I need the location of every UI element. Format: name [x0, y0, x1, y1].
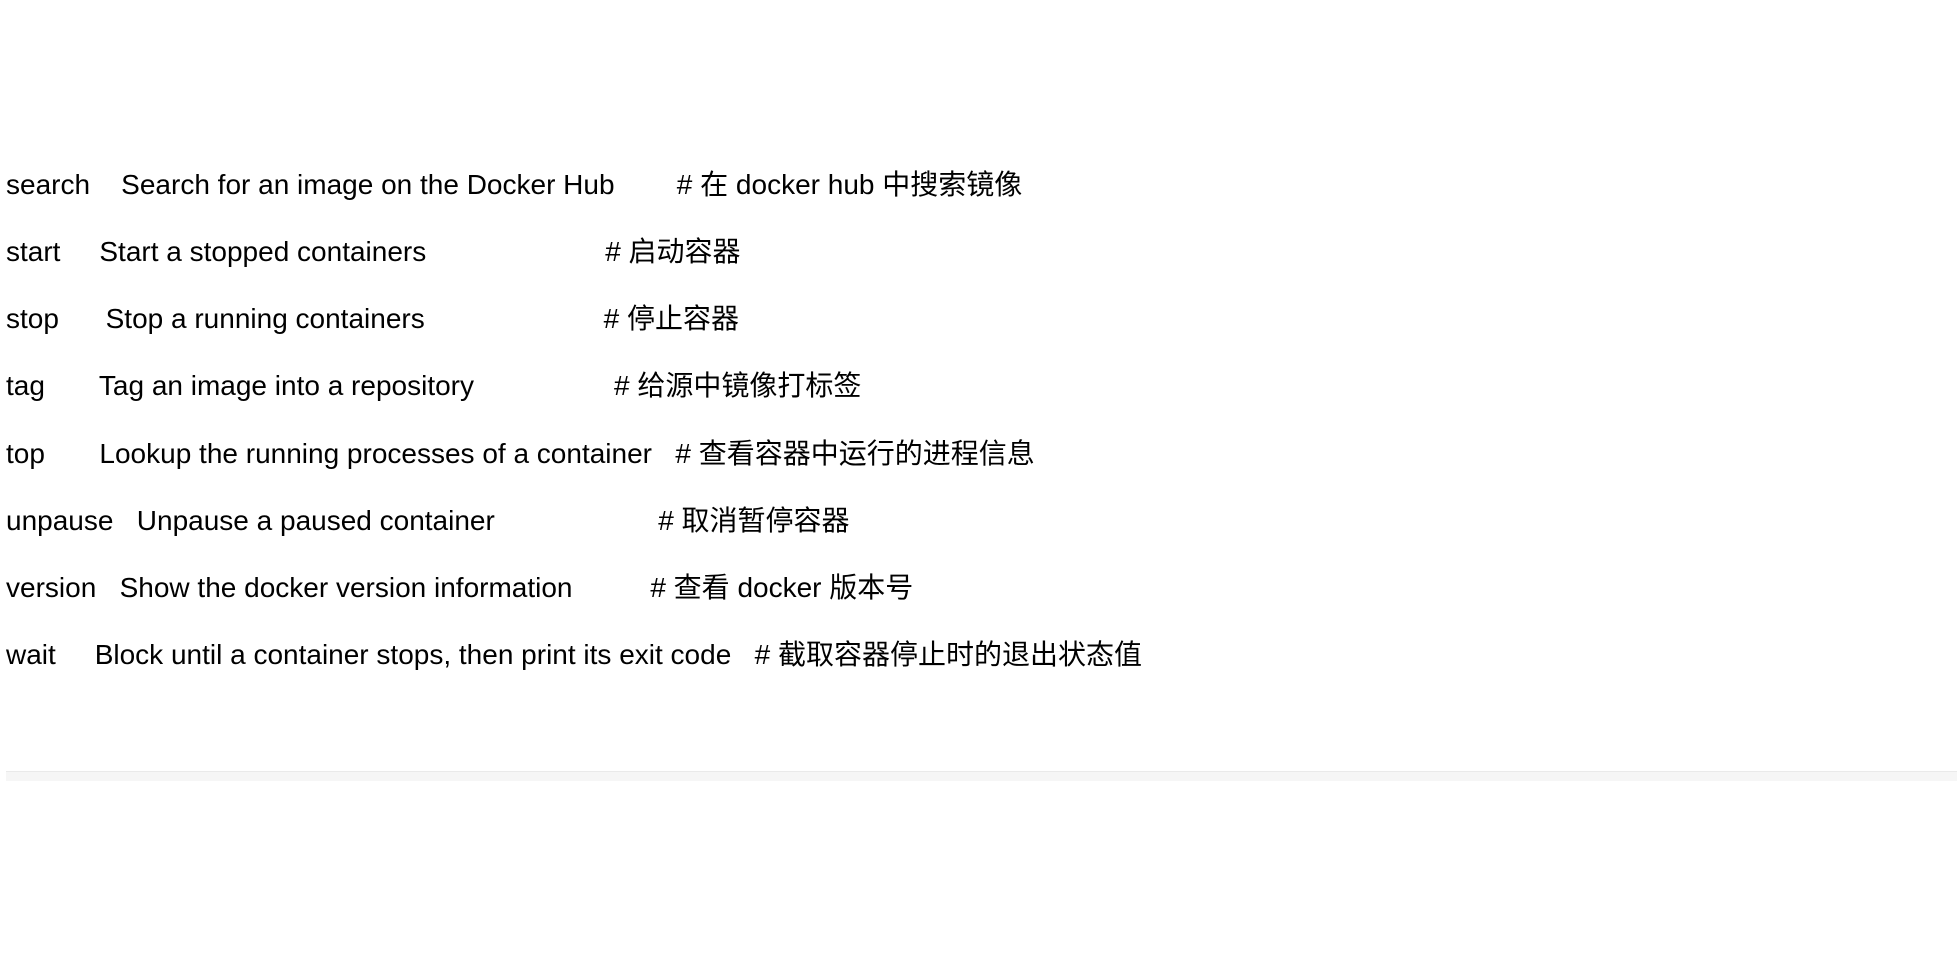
spacer	[96, 572, 119, 603]
command-name: top	[6, 438, 45, 469]
command-comment: # 给源中镜像打标签	[614, 370, 861, 401]
spacer	[426, 236, 605, 267]
command-description: Start a stopped containers	[99, 236, 426, 267]
command-row: search Search for an image on the Docker…	[6, 165, 1957, 204]
footer-divider	[6, 771, 1957, 781]
spacer	[474, 370, 614, 401]
spacer	[652, 438, 675, 469]
spacer	[45, 370, 99, 401]
command-name: start	[6, 236, 60, 267]
command-description: Stop a running containers	[106, 303, 425, 334]
spacer	[425, 303, 604, 334]
command-row: stop Stop a running containers # 停止容器	[6, 299, 1957, 338]
command-name: search	[6, 169, 90, 200]
command-row: wait Block until a container stops, then…	[6, 635, 1957, 674]
command-name: version	[6, 572, 96, 603]
command-description: Unpause a paused container	[137, 505, 495, 536]
command-comment: # 截取容器停止时的退出状态值	[755, 639, 1142, 670]
command-comment: # 在 docker hub 中搜索镜像	[677, 169, 1022, 200]
command-description: Search for an image on the Docker Hub	[121, 169, 614, 200]
command-description: Lookup the running processes of a contai…	[99, 438, 652, 469]
command-list: search Search for an image on the Docker…	[6, 165, 1957, 675]
spacer	[731, 639, 754, 670]
spacer	[573, 572, 651, 603]
command-row: version Show the docker version informat…	[6, 568, 1957, 607]
spacer	[113, 505, 136, 536]
command-description: Show the docker version information	[120, 572, 573, 603]
command-name: wait	[6, 639, 56, 670]
spacer	[495, 505, 658, 536]
spacer	[615, 169, 677, 200]
command-description: Tag an image into a repository	[99, 370, 474, 401]
command-row: unpause Unpause a paused container # 取消暂…	[6, 501, 1957, 540]
spacer	[59, 303, 106, 334]
command-comment: # 查看容器中运行的进程信息	[675, 438, 1034, 469]
command-row: tag Tag an image into a repository # 给源中…	[6, 366, 1957, 405]
command-comment: # 停止容器	[604, 303, 739, 334]
command-name: unpause	[6, 505, 113, 536]
command-comment: # 取消暂停容器	[658, 505, 849, 536]
command-description: Block until a container stops, then prin…	[95, 639, 732, 670]
command-comment: # 查看 docker 版本号	[650, 572, 913, 603]
spacer	[60, 236, 99, 267]
command-name: tag	[6, 370, 45, 401]
spacer	[56, 639, 95, 670]
spacer	[45, 438, 99, 469]
command-row: start Start a stopped containers # 启动容器	[6, 232, 1957, 271]
command-name: stop	[6, 303, 59, 334]
spacer	[90, 169, 121, 200]
command-comment: # 启动容器	[605, 236, 740, 267]
command-row: top Lookup the running processes of a co…	[6, 434, 1957, 473]
